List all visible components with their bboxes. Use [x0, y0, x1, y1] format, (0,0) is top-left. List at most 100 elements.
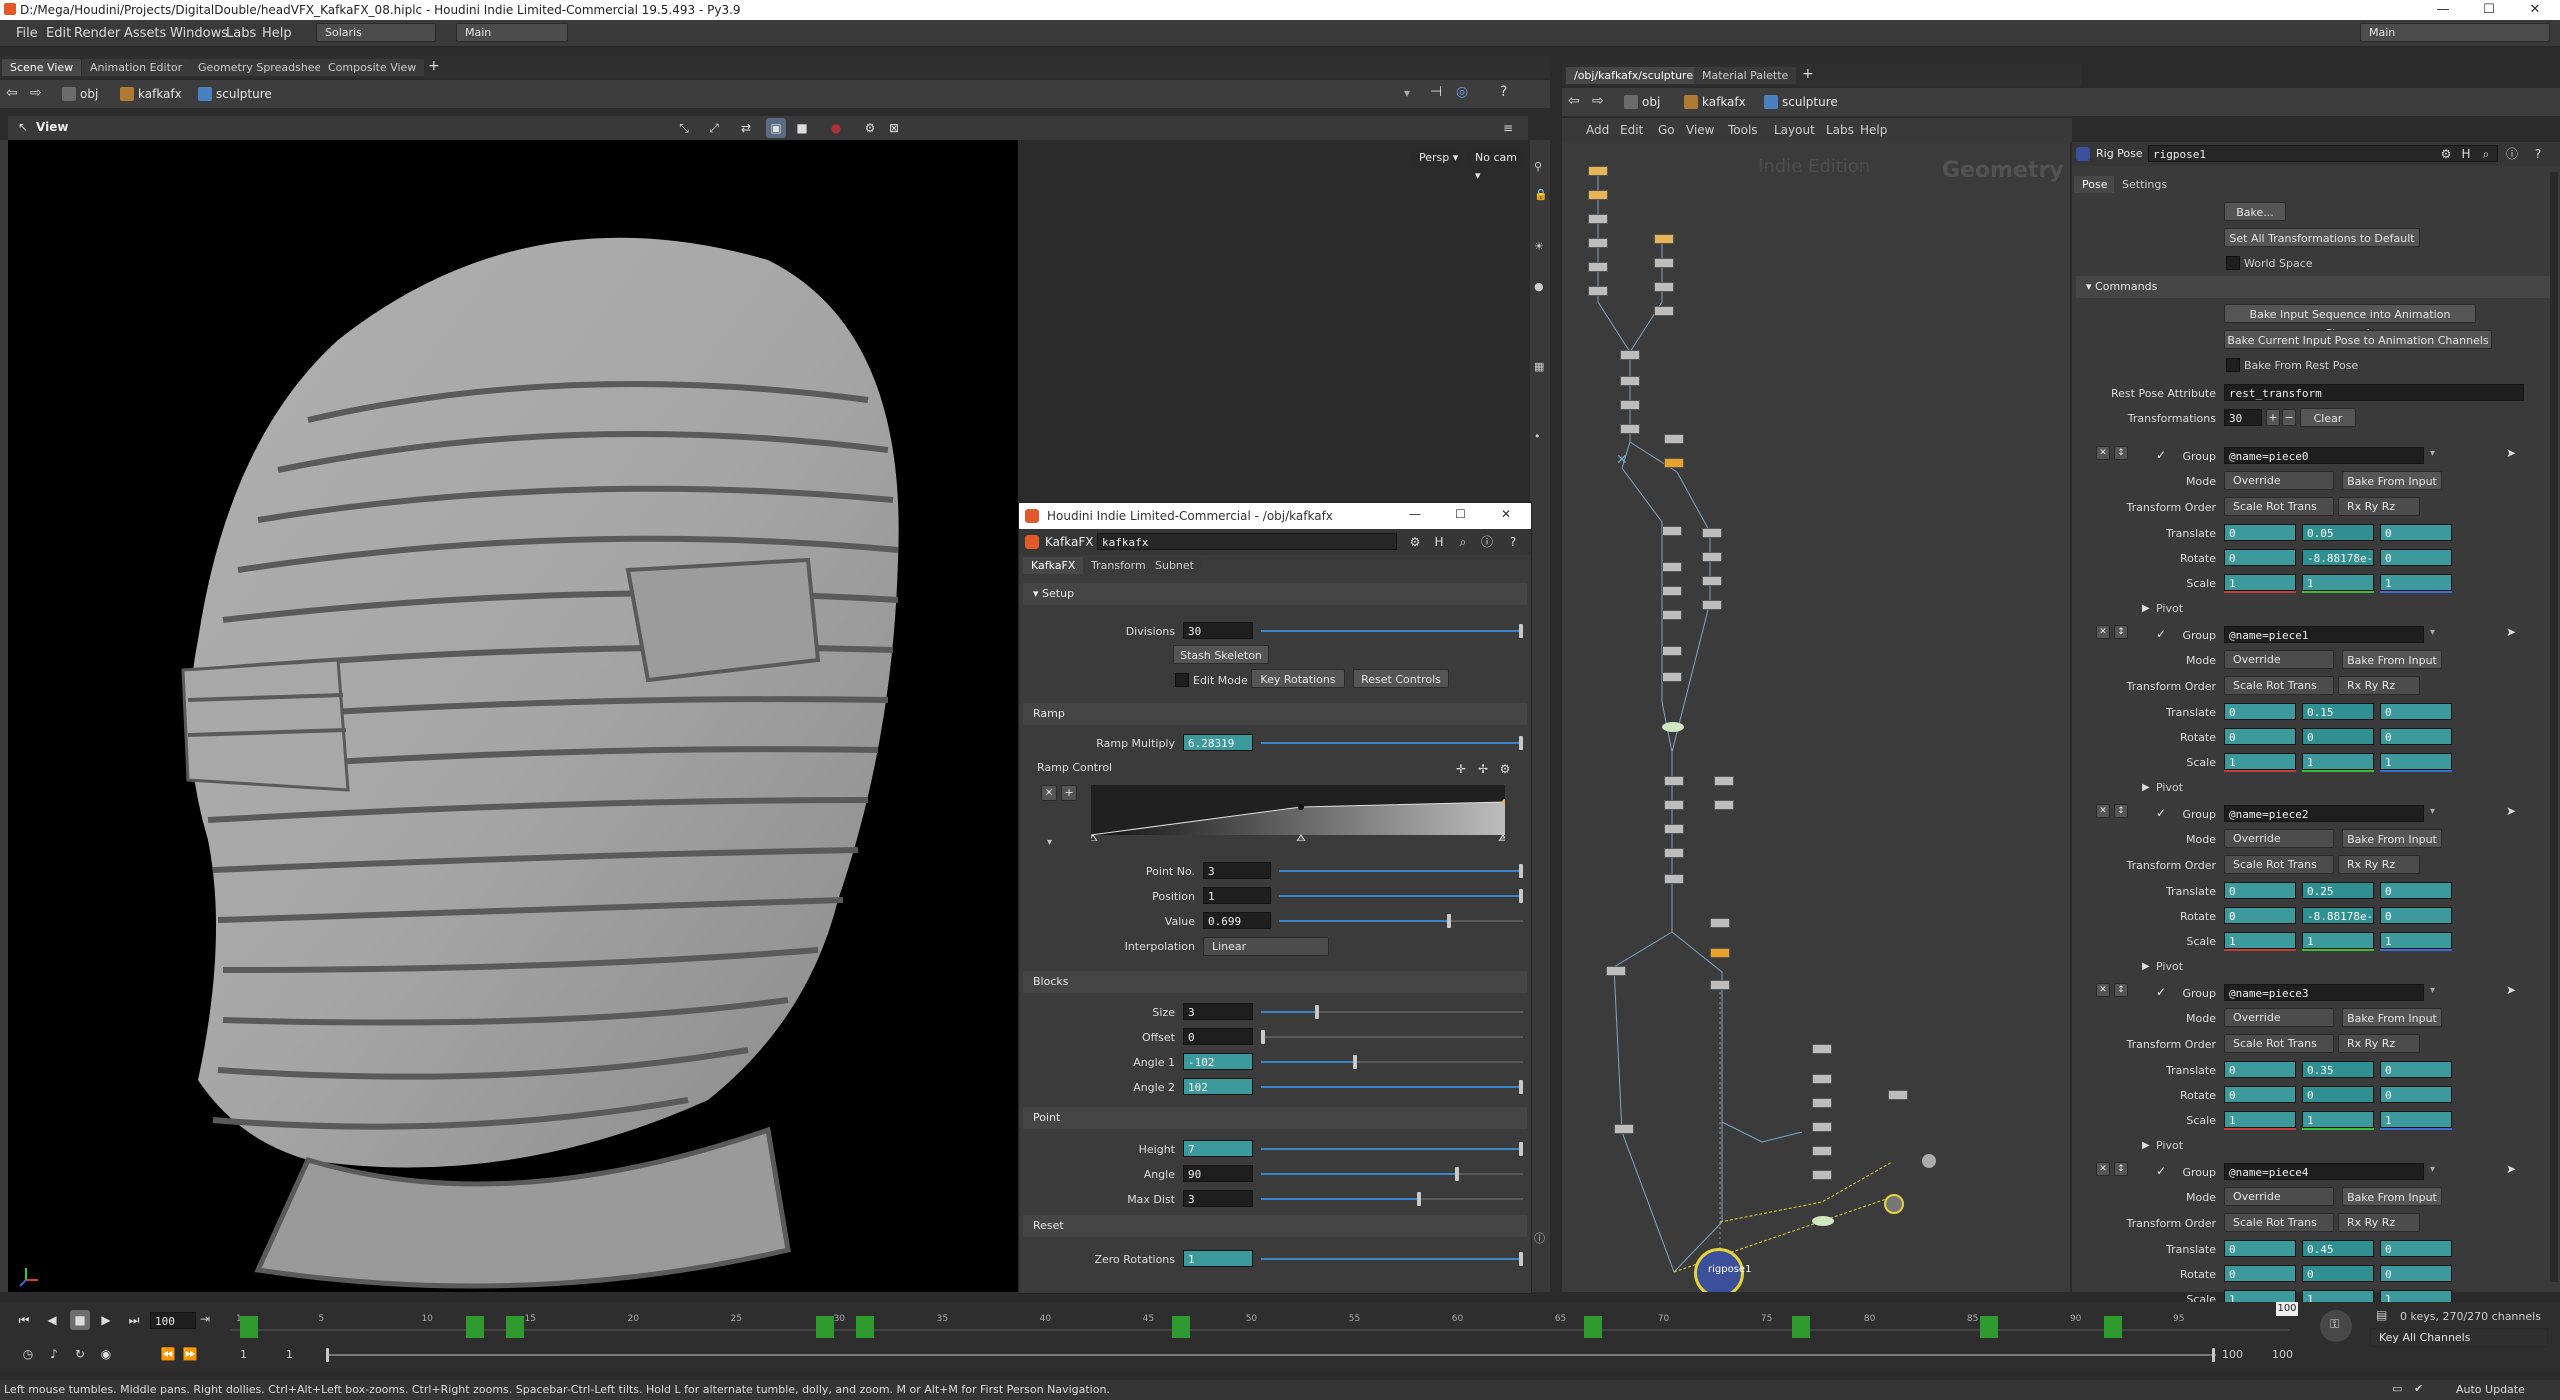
rotate-x-field[interactable]: 0 — [2224, 1265, 2296, 1282]
zero-rotations-slider[interactable] — [1261, 1252, 1523, 1266]
keyframe-marker[interactable] — [466, 1316, 484, 1338]
translate-y-field[interactable]: 0.45 — [2302, 1240, 2374, 1257]
translate-x-field[interactable]: 0 — [2224, 703, 2296, 720]
mode-select[interactable]: Override — [2224, 650, 2334, 669]
select-arrow-icon[interactable]: ➤ — [2506, 804, 2516, 818]
tab-pose[interactable]: Pose — [2074, 176, 2116, 193]
help-icon[interactable]: ? — [2528, 144, 2548, 164]
sync-icon[interactable]: ◉ — [96, 1344, 116, 1364]
snap-icon[interactable]: ⤡ — [674, 118, 694, 138]
prev-key-icon[interactable]: ⏪ — [158, 1344, 178, 1364]
float-minimize-button[interactable]: — — [1409, 507, 1421, 521]
merge-node[interactable] — [1662, 722, 1684, 732]
group-dropdown-icon[interactable]: ▾ — [2430, 806, 2435, 817]
scale-x-field[interactable]: 1 — [2224, 753, 2296, 770]
network-node[interactable] — [1662, 646, 1682, 656]
network-node[interactable] — [1588, 238, 1608, 248]
search-icon[interactable]: ⌕ — [1453, 532, 1473, 552]
transform-order-select[interactable]: Scale Rot Trans — [2224, 1034, 2334, 1053]
remove-transform-icon[interactable]: − — [2282, 409, 2296, 426]
point-section-header[interactable]: Point — [1023, 1107, 1527, 1129]
param-scrollbar[interactable] — [2550, 172, 2558, 1282]
network-node[interactable] — [1620, 350, 1640, 360]
realtime-icon[interactable]: ◷ — [18, 1344, 38, 1364]
tab-kafkafx[interactable]: KafkaFX — [1023, 557, 1084, 574]
checkmark-icon[interactable]: ✔ — [2414, 1382, 2423, 1395]
bulb-icon[interactable]: ● — [1534, 280, 1544, 293]
scale-y-field[interactable]: 1 — [2302, 1111, 2374, 1128]
path-crumb-obj[interactable]: obj — [60, 85, 98, 103]
pivot-expand-icon[interactable]: ▶ — [2142, 1140, 2150, 1151]
net-menu-labs[interactable]: Labs — [1826, 123, 1854, 137]
max-dist-slider[interactable] — [1261, 1192, 1523, 1206]
key-all-select[interactable]: Key All Channels — [2370, 1328, 2548, 1347]
stash-skeleton-button[interactable]: Stash Skeleton — [1173, 645, 1269, 664]
sound-icon[interactable]: ♪ — [44, 1344, 64, 1364]
ramp-delete-icon[interactable]: ✕ — [1041, 785, 1057, 801]
translate-z-field[interactable]: 0 — [2380, 1061, 2452, 1078]
transform-order-select[interactable]: Scale Rot Trans — [2224, 497, 2334, 516]
setup-section-header[interactable]: ▾ Setup — [1023, 583, 1527, 605]
point-icon[interactable]: • — [1534, 430, 1541, 443]
start-frame-2[interactable]: 1 — [286, 1348, 293, 1361]
angle-field[interactable]: 90 — [1183, 1165, 1253, 1182]
ramp-graph[interactable] — [1091, 785, 1505, 841]
network-node[interactable] — [1654, 306, 1674, 316]
tab-network[interactable]: /obj/kafkafx/sculpture — [1566, 67, 1702, 84]
help-icon[interactable]: ? — [1503, 532, 1523, 552]
audio-button[interactable]: ⚿ — [2320, 1310, 2352, 1342]
network-node[interactable] — [1614, 1124, 1634, 1134]
null-node[interactable] — [1922, 1154, 1936, 1168]
path-crumb-sculpture[interactable]: sculpture — [196, 85, 272, 103]
add-tab-icon[interactable]: + — [1802, 66, 1814, 82]
menu-assets[interactable]: Assets — [124, 26, 166, 41]
jump-start-icon[interactable]: ⏮ — [14, 1310, 34, 1330]
menu-render[interactable]: Render — [74, 26, 120, 41]
net-menu-tools[interactable]: Tools — [1728, 123, 1758, 137]
scale-y-field[interactable]: 1 — [2302, 932, 2374, 949]
camera-icon[interactable]: ⚙ — [860, 118, 880, 138]
network-node[interactable] — [1664, 874, 1684, 884]
tab-transform[interactable]: Transform — [1083, 557, 1154, 574]
keyframe-marker[interactable] — [240, 1316, 258, 1338]
network-node[interactable] — [1588, 166, 1608, 176]
tab-animation-editor[interactable]: Animation Editor — [82, 59, 191, 76]
select-icon[interactable]: ⤢ — [704, 118, 724, 138]
forward-arrow-icon[interactable]: ⇨ — [30, 85, 42, 101]
hscript-icon[interactable]: H — [1429, 532, 1449, 552]
angle1-slider[interactable] — [1261, 1055, 1523, 1069]
tab-material-palette[interactable]: Material Palette — [1694, 67, 1797, 84]
clear-button[interactable]: Clear — [2300, 408, 2356, 427]
size-slider[interactable] — [1261, 1005, 1523, 1019]
network-node[interactable] — [1702, 528, 1722, 538]
reset-controls-button[interactable]: Reset Controls — [1353, 669, 1449, 688]
network-node[interactable] — [1620, 424, 1640, 434]
bake-rest-checkbox[interactable] — [2226, 358, 2240, 372]
network-node[interactable] — [1710, 980, 1730, 990]
network-node[interactable] — [1662, 526, 1682, 536]
keyframe-marker[interactable] — [816, 1316, 834, 1338]
start-frame[interactable]: 1 — [240, 1348, 247, 1361]
network-editor[interactable]: Indie Edition Geometry ✕ rigpose1 — [1562, 142, 2070, 1292]
step-back-icon[interactable]: ◀ — [42, 1310, 62, 1330]
group-field[interactable]: @name=piece1 — [2224, 626, 2424, 643]
mode-select[interactable]: Override — [2224, 1187, 2334, 1206]
lock-icon[interactable]: 🔒 — [1534, 188, 1548, 201]
rotate-order-select[interactable]: Rx Ry Rz — [2338, 1213, 2420, 1232]
ramp-section-header[interactable]: Ramp — [1023, 703, 1527, 725]
pivot-expand-icon[interactable]: ▶ — [2142, 782, 2150, 793]
translate-x-field[interactable]: 0 — [2224, 882, 2296, 899]
display-mode-icon[interactable]: ▣ — [766, 118, 786, 138]
network-node[interactable] — [1702, 552, 1722, 562]
group-field[interactable]: @name=piece4 — [2224, 1163, 2424, 1180]
link-icon[interactable]: ◎ — [1456, 84, 1468, 100]
network-node[interactable] — [1654, 282, 1674, 292]
tab-scene-view[interactable]: Scene View — [2, 59, 82, 76]
angle2-field[interactable]: 102 — [1183, 1078, 1253, 1095]
group-field[interactable]: @name=piece3 — [2224, 984, 2424, 1001]
value-slider[interactable] — [1279, 914, 1523, 928]
info-icon[interactable]: ⓘ — [1534, 1230, 1545, 1246]
network-node[interactable] — [1710, 918, 1730, 928]
bake-from-input-button[interactable]: Bake From Input — [2342, 1008, 2442, 1027]
network-node[interactable] — [1664, 848, 1684, 858]
